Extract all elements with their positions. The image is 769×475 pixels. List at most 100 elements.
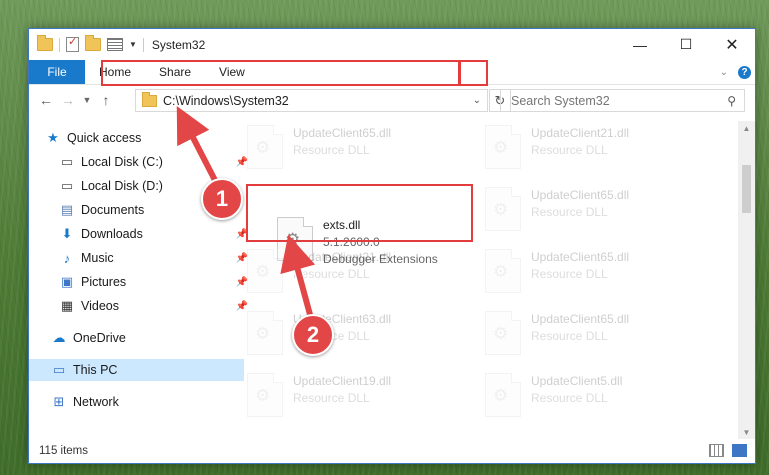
file-item[interactable]: ⚙ UpdateClient65.dll Resource DLL <box>485 187 710 235</box>
sidebar-item-network[interactable]: ⊞ Network <box>29 391 244 413</box>
search-box[interactable]: ⚲ <box>500 89 745 112</box>
file-type: Resource DLL <box>293 143 370 157</box>
videos-icon: ▦ <box>60 298 74 313</box>
file-item[interactable]: ⚙ UpdateClient65.dll Resource DLL <box>485 249 710 297</box>
close-button[interactable]: ✕ <box>709 29 755 60</box>
view-icon[interactable] <box>107 38 123 51</box>
tab-file[interactable]: File <box>29 60 85 84</box>
file-type: Resource DLL <box>531 205 608 219</box>
address-highlight-box <box>101 60 460 86</box>
scroll-thumb[interactable] <box>742 165 751 213</box>
sidebar-item-label: Downloads <box>81 227 143 241</box>
file-name: UpdateClient5.dll <box>531 374 623 388</box>
details-view-icon[interactable] <box>709 444 724 457</box>
file-name: UpdateClient19.dll <box>293 374 392 388</box>
sidebar-item-videos[interactable]: ▦ Videos 📌 <box>29 295 252 317</box>
navigation-pane: ★ Quick access ▭ Local Disk (C:) 📌 ▭ Loc… <box>29 125 248 425</box>
ribbon-right: ⌄ ? <box>720 65 751 79</box>
dll-file-icon: ⚙ <box>247 249 283 293</box>
sidebar-item-label: Local Disk (D:) <box>81 179 163 193</box>
file-name: UpdateClient65.dll <box>293 126 392 140</box>
file-type: Resource DLL <box>531 329 608 343</box>
scroll-down-icon[interactable]: ▼ <box>738 425 755 439</box>
scroll-up-icon[interactable]: ▲ <box>738 121 755 135</box>
chevron-down-icon[interactable]: ⌄ <box>473 95 481 106</box>
file-type: Resource DLL <box>531 391 608 405</box>
sidebar-item-pictures[interactable]: ▣ Pictures 📌 <box>29 271 252 293</box>
address-bar[interactable]: C:\Windows\System32 ⌄ <box>135 89 488 112</box>
tiles-view-icon[interactable] <box>732 444 747 457</box>
sidebar-item-label: Pictures <box>81 275 127 289</box>
sidebar-item-onedrive[interactable]: ☁ OneDrive <box>29 327 244 349</box>
callout-one: 1 <box>201 178 243 220</box>
customize-dropdown-icon[interactable]: ▼ <box>129 40 137 49</box>
download-icon: ⬇ <box>61 226 73 241</box>
item-count: 115 items <box>39 445 89 457</box>
forward-icon[interactable]: → <box>57 92 79 108</box>
file-item[interactable]: ⚙ UpdateClient63.dllResource DLL <box>247 311 472 359</box>
documents-icon: ▤ <box>60 202 74 217</box>
search-input[interactable] <box>509 92 713 109</box>
file-name: UpdateClient65.dll <box>531 312 630 326</box>
computer-icon: ▭ <box>52 362 66 377</box>
address-path: C:\Windows\System32 <box>163 93 289 108</box>
file-name: UpdateClient21.dll <box>531 126 630 140</box>
help-icon[interactable]: ? <box>738 65 751 79</box>
network-icon: ⊞ <box>53 394 65 409</box>
minimize-button[interactable]: — <box>617 29 663 60</box>
dll-file-icon: ⚙ <box>247 311 283 355</box>
file-type: Resource DLL <box>293 391 370 405</box>
file-item[interactable]: ⚙ UpdateClient21.dll Resource DLL <box>247 249 472 297</box>
recent-locations-icon[interactable]: ▼ <box>79 95 95 105</box>
star-icon: ★ <box>47 130 59 145</box>
explorer-window: ▼ System32 — ☐ ✕ File Home Share View ⌄ … <box>28 28 756 464</box>
dll-file-icon: ⚙ <box>485 311 521 355</box>
music-icon: ♪ <box>63 250 71 266</box>
search-icon[interactable]: ⚲ <box>727 94 736 108</box>
dll-file-icon: ⚙ <box>247 125 283 169</box>
sidebar-item-local-disk-c[interactable]: ▭ Local Disk (C:) 📌 <box>29 151 252 173</box>
properties-icon[interactable] <box>66 35 79 52</box>
new-folder-icon[interactable] <box>85 35 101 51</box>
dll-file-icon: ⚙ <box>485 249 521 293</box>
file-name: UpdateClient21.dll <box>293 250 392 264</box>
pictures-icon: ▣ <box>60 274 74 289</box>
sidebar-item-this-pc[interactable]: ▭ This PC <box>29 359 244 381</box>
dll-file-icon: ⚙ <box>247 373 283 417</box>
file-type: Resource DLL <box>293 267 370 281</box>
file-item[interactable]: ⚙ UpdateClient65.dll Resource DLL <box>485 311 710 359</box>
file-list: ⚙ UpdateClient65.dll Resource DLL ⚙ Updat… <box>247 121 737 441</box>
up-icon[interactable]: ↑ <box>95 92 117 108</box>
file-type: Resource DLL <box>531 267 608 281</box>
toolbar-divider <box>142 37 144 52</box>
sidebar-item-label: OneDrive <box>73 331 126 345</box>
refresh-highlight-box <box>459 60 488 86</box>
sidebar-item-downloads[interactable]: ⬇ Downloads 📌 <box>29 223 252 245</box>
file-item[interactable]: ⚙ UpdateClient19.dll Resource DLL <box>247 373 472 421</box>
dll-file-icon: ⚙ <box>485 373 521 417</box>
drive-icon: ▭ <box>60 154 74 169</box>
folder-icon <box>142 91 157 107</box>
cloud-icon: ☁ <box>52 330 66 345</box>
window-title: System32 <box>151 37 206 52</box>
dll-file-icon: ⚙ <box>485 125 521 169</box>
file-type: Resource DLL <box>531 143 608 157</box>
vertical-scrollbar[interactable]: ▲ ▼ <box>738 121 755 439</box>
toolbar-divider <box>59 37 60 52</box>
file-name: UpdateClient65.dll <box>531 188 630 202</box>
sidebar-item-label: This PC <box>73 363 118 377</box>
sidebar-item-label: Network <box>73 395 119 409</box>
file-item[interactable]: ⚙ UpdateClient65.dll Resource DLL <box>247 125 472 173</box>
quick-access-toolbar: ▼ <box>37 35 144 52</box>
expand-ribbon-icon[interactable]: ⌄ <box>720 67 728 78</box>
sidebar-item-label: Music <box>81 251 114 265</box>
maximize-button[interactable]: ☐ <box>663 29 709 60</box>
file-item[interactable]: ⚙ UpdateClient21.dll Resource DLL <box>485 125 710 173</box>
drive-icon: ▭ <box>60 178 74 193</box>
back-icon[interactable]: ← <box>35 92 57 108</box>
navigation-bar: ← → ▼ ↑ C:\Windows\System32 ⌄ ↻ ⚲ <box>29 85 755 115</box>
folder-icon[interactable] <box>37 35 53 51</box>
sidebar-item-music[interactable]: ♪ Music 📌 <box>29 247 252 269</box>
file-item[interactable]: ⚙ UpdateClient5.dll Resource DLL <box>485 373 710 421</box>
sidebar-item-quick-access[interactable]: ★ Quick access <box>29 127 238 149</box>
